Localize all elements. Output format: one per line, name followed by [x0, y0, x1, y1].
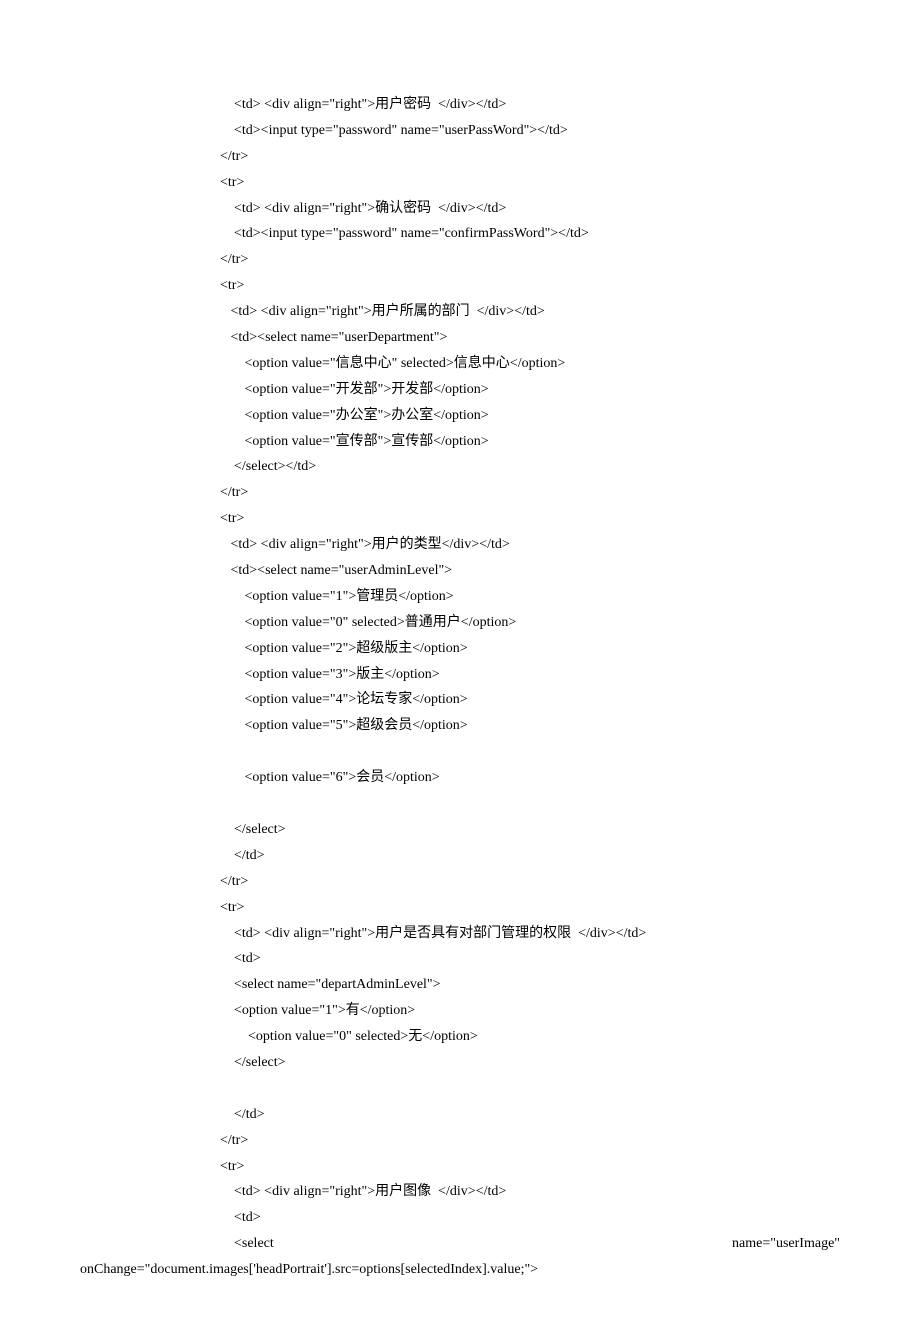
code-line: <td> <div align="right">用户是否具有对部门管理的权限 <…: [80, 921, 840, 947]
document-content: <td> <div align="right">用户密码 </div></td>…: [80, 92, 840, 1283]
code-line: <td><input type="password" name="confirm…: [80, 221, 840, 247]
code-line: </tr>: [80, 480, 840, 506]
code-line: <option value="4">论坛专家</option>: [80, 687, 840, 713]
code-line: <option value="6">会员</option>: [80, 765, 840, 791]
code-line: [80, 1076, 840, 1102]
code-line: </select>: [80, 1050, 840, 1076]
code-line: <td> <div align="right">用户的类型</div></td>: [80, 532, 840, 558]
code-line: <option value="宣传部">宣传部</option>: [80, 429, 840, 455]
code-line: <option value="开发部">开发部</option>: [80, 377, 840, 403]
justified-left: <select: [220, 1231, 274, 1257]
code-line: <tr>: [80, 895, 840, 921]
code-line: <td> <div align="right">用户图像 </div></td>: [80, 1179, 840, 1205]
code-line: <option value="5">超级会员</option>: [80, 713, 840, 739]
code-line: </select>: [80, 817, 840, 843]
justified-right: name="userImage": [732, 1231, 840, 1257]
code-line: [80, 791, 840, 817]
code-line: <td><select name="userDepartment">: [80, 325, 840, 351]
code-line: <option value="2">超级版主</option>: [80, 636, 840, 662]
code-line: </td>: [80, 843, 840, 869]
code-line: </tr>: [80, 1128, 840, 1154]
code-line: <option value="0" selected>普通用户</option>: [80, 610, 840, 636]
code-line: </tr>: [80, 144, 840, 170]
code-line: <option value="3">版主</option>: [80, 662, 840, 688]
code-line: <tr>: [80, 506, 840, 532]
code-line: <td>: [80, 946, 840, 972]
code-line: </td>: [80, 1102, 840, 1128]
code-line: <option value="1">有</option>: [80, 998, 840, 1024]
code-line: <option value="0" selected>无</option>: [80, 1024, 840, 1050]
code-line: <tr>: [80, 170, 840, 196]
code-line-last: onChange="document.images['headPortrait'…: [80, 1257, 840, 1283]
code-line: </select></td>: [80, 454, 840, 480]
code-line: <td><input type="password" name="userPas…: [80, 118, 840, 144]
code-line: <td><select name="userAdminLevel">: [80, 558, 840, 584]
code-line: <td>: [80, 1205, 840, 1231]
code-line: <td> <div align="right">确认密码 </div></td>: [80, 196, 840, 222]
code-line: [80, 739, 840, 765]
code-line: <option value="信息中心" selected>信息中心</opti…: [80, 351, 840, 377]
code-line: <select name="departAdminLevel">: [80, 972, 840, 998]
code-line: <tr>: [80, 1154, 840, 1180]
code-line: <td> <div align="right">用户所属的部门 </div></…: [80, 299, 840, 325]
code-line: <option value="办公室">办公室</option>: [80, 403, 840, 429]
code-line: <option value="1">管理员</option>: [80, 584, 840, 610]
code-line: <td> <div align="right">用户密码 </div></td>: [80, 92, 840, 118]
code-line: <tr>: [80, 273, 840, 299]
code-line: </tr>: [80, 869, 840, 895]
code-line: </tr>: [80, 247, 840, 273]
code-line-justified: <select name="userImage": [80, 1231, 840, 1257]
